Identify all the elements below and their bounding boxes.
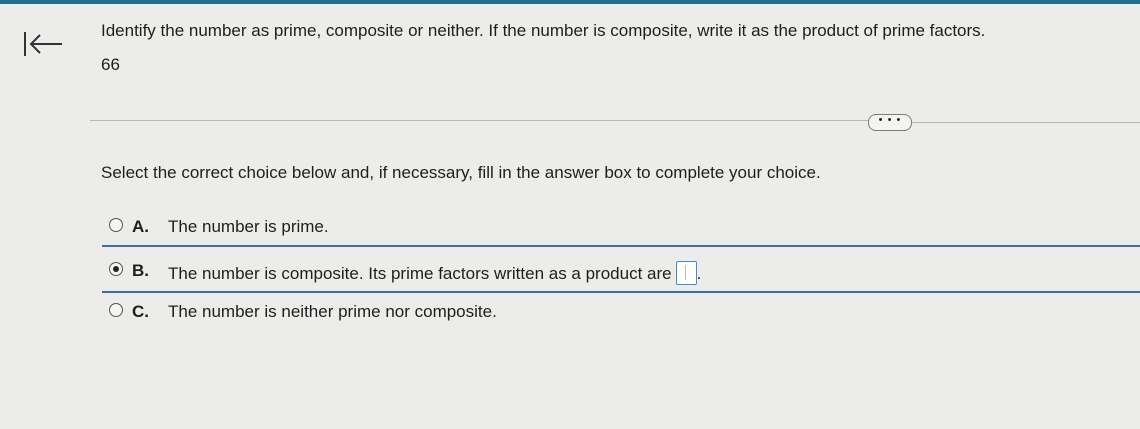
question-text: Identify the number as prime, composite …: [101, 21, 986, 40]
radio-button-a[interactable]: [109, 218, 123, 232]
divider: [90, 120, 870, 121]
answer-period: .: [696, 264, 702, 283]
top-accent-bar: [0, 0, 1140, 4]
choice-text: The number is neither prime nor composit…: [168, 302, 497, 321]
back-to-start-button[interactable]: [22, 30, 64, 60]
choice-b[interactable]: B. The number is composite. Its prime fa…: [102, 245, 1140, 293]
choice-c[interactable]: C. The number is neither prime nor compo…: [102, 295, 1140, 329]
choice-a[interactable]: A. The number is prime.: [102, 210, 1140, 244]
answer-input-box[interactable]: [675, 261, 697, 285]
back-to-start-icon: [24, 32, 62, 56]
choice-letter: C.: [132, 302, 149, 321]
radio-button-c[interactable]: [109, 303, 123, 317]
choice-text: The number is prime.: [168, 217, 329, 236]
choice-text: The number is composite. Its prime facto…: [168, 264, 672, 283]
divider: [912, 122, 1140, 123]
text-caret: [684, 265, 686, 280]
choice-text-container: The number is composite. Its prime facto…: [168, 261, 701, 285]
more-options-button[interactable]: • • •: [868, 114, 912, 131]
radio-selected-dot: [112, 265, 119, 272]
radio-button-b[interactable]: [109, 262, 123, 276]
instruction-text: Select the correct choice below and, if …: [101, 163, 821, 182]
choice-letter: A.: [132, 217, 149, 236]
choice-letter: B.: [132, 261, 149, 280]
question-number: 66: [101, 55, 120, 74]
